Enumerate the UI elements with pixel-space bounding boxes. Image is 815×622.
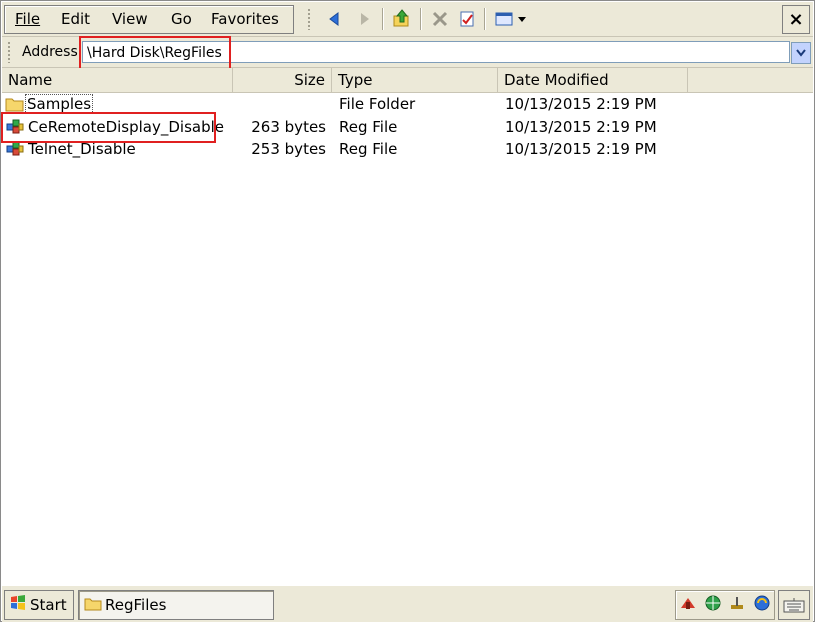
menu-edit[interactable]: Edit bbox=[61, 10, 90, 28]
file-name: Samples bbox=[25, 94, 94, 114]
column-date[interactable]: Date Modified bbox=[498, 68, 688, 92]
taskbar-item-regfiles[interactable]: RegFiles bbox=[78, 590, 274, 620]
toolbar-separator bbox=[420, 8, 422, 30]
column-type[interactable]: Type bbox=[332, 68, 498, 92]
tray-usb-icon[interactable] bbox=[728, 594, 746, 616]
column-header: Name Size Type Date Modified bbox=[2, 68, 813, 93]
tray-network-icon[interactable] bbox=[679, 594, 697, 616]
address-label: Address bbox=[22, 44, 78, 60]
file-date: 10/13/2015 2:19 PM bbox=[505, 95, 657, 113]
taskbar-item-label: RegFiles bbox=[105, 596, 167, 614]
file-date: 10/13/2015 2:19 PM bbox=[505, 140, 657, 158]
menu-favorites[interactable]: Favorites bbox=[211, 10, 279, 28]
system-tray bbox=[675, 590, 775, 620]
folder-icon bbox=[84, 596, 102, 615]
file-type: File Folder bbox=[339, 95, 416, 113]
start-button[interactable]: Start bbox=[4, 590, 74, 620]
toolbar-separator bbox=[484, 8, 486, 30]
address-highlight-box bbox=[79, 36, 231, 70]
file-size: 253 bytes bbox=[251, 140, 326, 158]
keyboard-icon[interactable] bbox=[778, 590, 810, 620]
chevron-down-icon[interactable] bbox=[791, 42, 811, 64]
back-icon[interactable] bbox=[325, 8, 347, 30]
windows-logo-icon bbox=[9, 594, 27, 616]
close-button[interactable]: × bbox=[782, 5, 810, 34]
file-type: Reg File bbox=[339, 140, 398, 158]
column-name[interactable]: Name bbox=[2, 68, 233, 92]
tray-globe-icon[interactable] bbox=[704, 594, 722, 616]
menu-view[interactable]: View bbox=[112, 10, 148, 28]
reg-file-icon bbox=[5, 140, 25, 164]
start-label: Start bbox=[30, 596, 67, 614]
up-folder-icon[interactable] bbox=[391, 8, 413, 30]
column-size[interactable]: Size bbox=[233, 68, 332, 92]
file-type: Reg File bbox=[339, 118, 398, 136]
tray-sync-icon[interactable] bbox=[753, 594, 771, 616]
delete-icon[interactable] bbox=[429, 8, 451, 30]
menu-file[interactable]: File bbox=[15, 10, 40, 28]
menu-bar: File Edit View Go Favorites bbox=[4, 5, 294, 34]
toolbar-separator bbox=[382, 8, 384, 30]
properties-icon[interactable] bbox=[456, 8, 478, 30]
forward-icon[interactable] bbox=[352, 8, 374, 30]
file-date: 10/13/2015 2:19 PM bbox=[505, 118, 657, 136]
toolbar: File Edit View Go Favorites × bbox=[2, 2, 813, 37]
file-highlight-box bbox=[1, 112, 216, 143]
address-grip[interactable] bbox=[7, 41, 11, 63]
taskbar: Start RegFiles bbox=[2, 585, 813, 622]
views-icon[interactable] bbox=[493, 8, 531, 30]
toolbar-grip[interactable] bbox=[307, 8, 311, 30]
explorer-window: File Edit View Go Favorites × Address \H… bbox=[0, 0, 815, 622]
menu-go[interactable]: Go bbox=[171, 10, 192, 28]
file-size: 263 bytes bbox=[251, 118, 326, 136]
